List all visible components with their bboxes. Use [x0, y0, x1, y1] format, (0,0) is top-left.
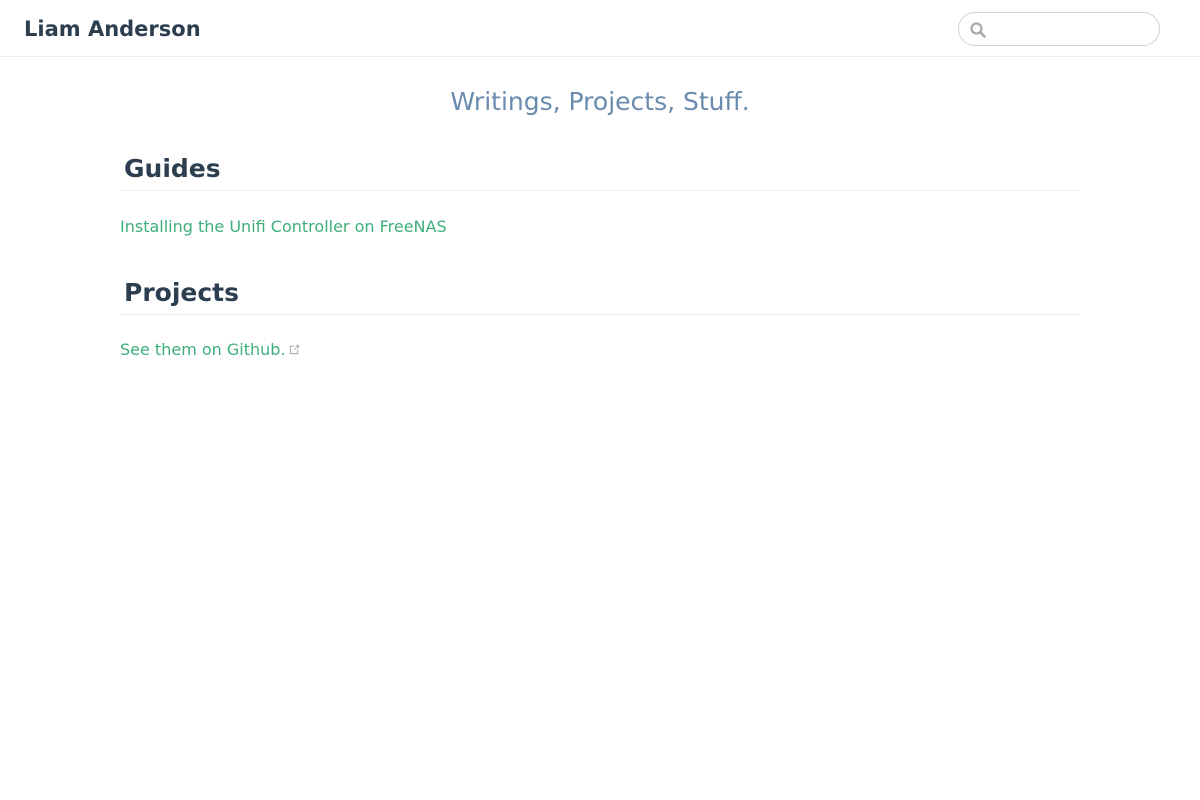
- main-content: Writings, Projects, Stuff. Guides Instal…: [120, 57, 1080, 380]
- search-icon: [970, 22, 986, 38]
- section-heading-projects: Projects: [120, 271, 1080, 315]
- projects-list-item: See them on Github.: [120, 315, 1080, 380]
- guides-list-item: Installing the Unifi Controller on FreeN…: [120, 191, 1080, 257]
- github-link[interactable]: See them on Github.: [120, 340, 301, 359]
- search-input[interactable]: [991, 14, 1151, 44]
- page-tagline: Writings, Projects, Stuff.: [450, 87, 750, 116]
- github-link-label: See them on Github.: [120, 340, 286, 359]
- navbar: Liam Anderson: [0, 0, 1200, 57]
- external-link-icon: [289, 344, 299, 354]
- search-box[interactable]: [958, 12, 1160, 46]
- section-heading-guides: Guides: [120, 147, 1080, 191]
- site-name-link[interactable]: Liam Anderson: [24, 15, 201, 43]
- guide-link-unifi-freenas[interactable]: Installing the Unifi Controller on FreeN…: [120, 217, 447, 236]
